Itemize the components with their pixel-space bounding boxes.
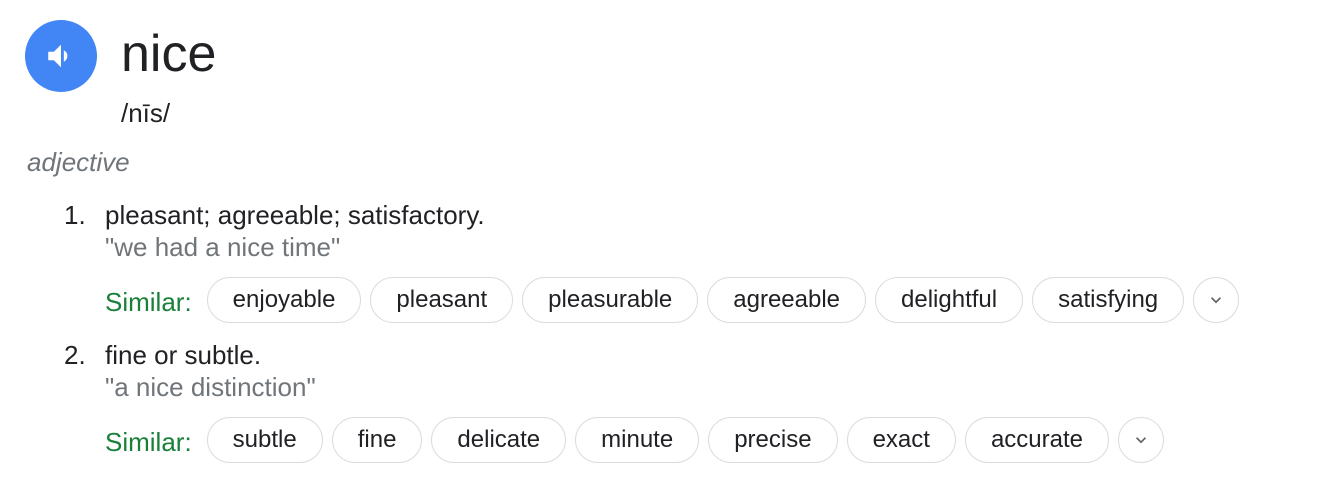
sense-example: "a nice distinction" [105, 372, 316, 402]
similar-chip[interactable]: pleasurable [522, 277, 699, 323]
chevron-down-icon [1136, 437, 1147, 444]
similar-chip[interactable]: accurate [964, 417, 1110, 463]
similar-label: Similar: [105, 427, 192, 457]
more-similar-button[interactable] [1118, 417, 1165, 463]
sense-definition: pleasant; agreeable; satisfactory. [105, 200, 485, 230]
sense-number: 2. [64, 340, 86, 370]
similar-row: Similar: subtle fine delicate minute pre… [105, 417, 1165, 463]
headword: nice [121, 25, 217, 83]
more-similar-button[interactable] [1193, 277, 1240, 323]
phonetic: /nīs/ [121, 98, 171, 128]
sense-number: 1. [64, 200, 86, 230]
similar-chip[interactable]: subtle [206, 417, 323, 463]
similar-chip[interactable]: exact [846, 417, 956, 463]
similar-chip[interactable]: agreeable [707, 277, 867, 323]
speaker-icon [48, 44, 68, 68]
similar-chip[interactable]: pleasant [370, 277, 514, 323]
similar-chip[interactable]: delicate [431, 417, 567, 463]
similar-chip[interactable]: fine [331, 417, 423, 463]
similar-chip[interactable]: delightful [875, 277, 1024, 323]
similar-chip[interactable]: minute [575, 417, 700, 463]
dictionary-card: nice /nīs/ adjective 1. pleasant; agreea… [0, 0, 1329, 503]
header [25, 20, 97, 92]
part-of-speech: adjective [27, 147, 130, 177]
similar-row: Similar: enjoyable pleasant pleasurable … [105, 277, 1240, 323]
chevron-down-icon [1211, 297, 1222, 304]
similar-label: Similar: [105, 287, 192, 317]
sense-example: "we had a nice time" [105, 232, 341, 262]
sense-definition: fine or subtle. [105, 340, 262, 370]
similar-chip[interactable]: enjoyable [206, 277, 362, 323]
similar-chip[interactable]: satisfying [1032, 277, 1185, 323]
pronounce-button[interactable] [25, 20, 97, 92]
similar-chip[interactable]: precise [708, 417, 838, 463]
